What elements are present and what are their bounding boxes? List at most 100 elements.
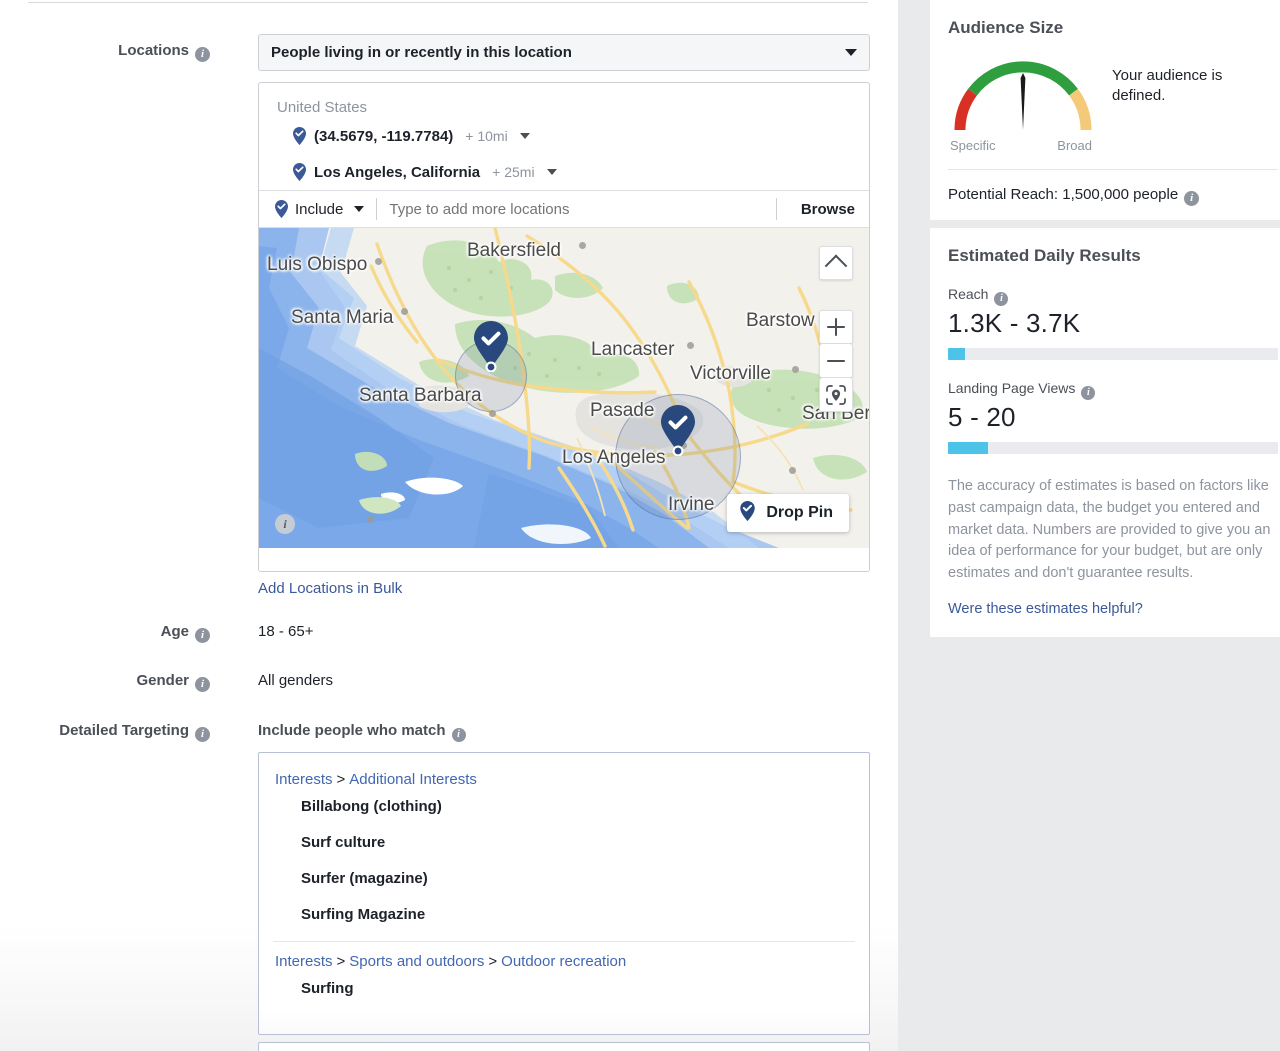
interest-item[interactable]: Surfing xyxy=(259,970,869,1006)
map-city-label: Lancaster xyxy=(591,339,675,360)
map-city-label: Luis Obispo xyxy=(267,254,368,275)
map-city-dot xyxy=(789,467,796,474)
location-chip[interactable]: Los Angeles, California + 25mi xyxy=(259,154,869,190)
info-icon[interactable]: i xyxy=(1184,191,1200,206)
potential-reach-text: Potential Reach: 1,500,000 people xyxy=(948,186,1179,203)
map-locate-button[interactable] xyxy=(819,378,853,412)
metric-label-reach-text: Reach xyxy=(948,286,989,302)
info-icon[interactable]: i xyxy=(1081,386,1096,400)
gauge-label-broad: Broad xyxy=(1057,138,1092,153)
add-location-input[interactable] xyxy=(389,200,764,218)
map-city-label: Santa Barbara xyxy=(359,385,482,406)
chevron-down-icon[interactable] xyxy=(546,169,557,175)
audience-status-message: Your audience is defined. xyxy=(1112,67,1223,105)
breadcrumb-link[interactable]: Outdoor recreation xyxy=(501,953,626,970)
map-pin-check-icon xyxy=(275,200,288,218)
map-city-dot xyxy=(579,242,586,249)
include-people-header: Include people who match i xyxy=(258,722,466,742)
location-type-select[interactable]: People living in or recently in this loc… xyxy=(258,34,870,71)
divider xyxy=(948,169,1278,170)
interest-item[interactable]: Surfing Magazine xyxy=(259,896,869,932)
divider xyxy=(376,198,378,220)
interest-breadcrumb: Interests > Additional Interests xyxy=(259,753,869,788)
metric-value-landing-page-views: 5 - 20 xyxy=(948,402,1016,432)
map-pin-check-icon xyxy=(293,127,306,145)
chevron-down-icon[interactable] xyxy=(519,133,530,139)
audience-gauge xyxy=(948,52,1098,138)
locations-box: United States (34.5679, -119.7784) + 10m… xyxy=(258,82,870,572)
map-pin-check-icon xyxy=(740,500,756,526)
locations-label: Locations i xyxy=(60,42,210,62)
audience-size-title: Audience Size xyxy=(948,18,1064,37)
age-value[interactable]: 18 - 65+ xyxy=(258,623,313,640)
locations-country: United States xyxy=(277,99,368,116)
map-zoom-out-button[interactable] xyxy=(819,344,853,378)
breadcrumb-link[interactable]: Interests xyxy=(275,771,333,788)
location-type-value: People living in or recently in this loc… xyxy=(271,44,572,61)
map-pin-check-icon xyxy=(293,163,306,181)
detailed-targeting-label: Detailed Targeting i xyxy=(20,722,210,742)
metric-bar-fill xyxy=(948,442,988,454)
minus-icon xyxy=(827,352,845,370)
gender-label: Gender i xyxy=(60,672,210,692)
location-map[interactable]: Luis Obispo Bakersfield Santa Maria Sant… xyxy=(259,228,869,548)
gender-value[interactable]: All genders xyxy=(258,672,333,689)
info-icon[interactable]: i xyxy=(195,677,210,692)
map-city-dot xyxy=(375,258,382,265)
estimated-results-title: Estimated Daily Results xyxy=(948,246,1141,265)
audience-gauge-wrap: Specific Broad Your audience is defined. xyxy=(948,52,1278,153)
detailed-targeting-box[interactable]: Interests > Additional Interests Billabong… xyxy=(258,752,870,1035)
info-icon[interactable]: i xyxy=(195,727,210,742)
add-locations-bulk-link[interactable]: Add Locations in Bulk xyxy=(258,580,402,597)
breadcrumb-separator: > xyxy=(336,953,346,970)
metric-bar-fill xyxy=(948,348,965,360)
interest-item[interactable]: Surf culture xyxy=(259,824,869,860)
info-icon[interactable]: i xyxy=(195,47,210,62)
age-label: Age i xyxy=(60,623,210,643)
interest-item[interactable]: Surfer (magazine) xyxy=(259,860,869,896)
location-radius: + 10mi xyxy=(465,128,508,144)
info-icon[interactable]: i xyxy=(994,292,1009,306)
potential-reach-row: Potential Reach: 1,500,000 people i xyxy=(948,186,1278,206)
detailed-targeting-label-text: Detailed Targeting xyxy=(59,722,189,739)
map-city-label: Barstow xyxy=(746,310,815,331)
gauge-labels: Specific Broad xyxy=(950,138,1092,153)
detailed-targeting-next-box xyxy=(258,1042,870,1051)
metric-bar-landing-page-views xyxy=(948,442,1278,454)
gauge-label-specific: Specific xyxy=(950,138,996,153)
browse-button[interactable]: Browse xyxy=(789,201,855,218)
interest-breadcrumb: Interests > Sports and outdoors > Outdoor re… xyxy=(259,942,869,970)
metric-label-landing-page-views: Landing Page Views i xyxy=(948,380,1278,400)
breadcrumb-link[interactable]: Additional Interests xyxy=(349,771,477,788)
map-zoom-in-button[interactable] xyxy=(819,310,853,344)
breadcrumb-link[interactable]: Interests xyxy=(275,953,333,970)
estimated-daily-results-card: Estimated Daily Results Reach i 1.3K - 3.… xyxy=(930,228,1280,637)
interest-item[interactable]: Billabong (clothing) xyxy=(259,788,869,824)
map-pin-marker[interactable] xyxy=(471,320,511,373)
drop-pin-button[interactable]: Drop Pin xyxy=(727,494,849,532)
breadcrumb-separator: > xyxy=(488,953,498,970)
gender-label-text: Gender xyxy=(136,672,189,689)
age-label-text: Age xyxy=(160,623,189,640)
map-city-dot xyxy=(687,342,694,349)
locate-pin-icon xyxy=(826,384,846,405)
estimates-feedback-link[interactable]: Were these estimates helpful? xyxy=(948,601,1278,617)
breadcrumb-link[interactable]: Sports and outdoors xyxy=(349,953,484,970)
chevron-down-icon[interactable] xyxy=(354,206,365,212)
map-city-label: Irvine xyxy=(668,494,715,515)
metric-label-landing-page-views-text: Landing Page Views xyxy=(948,380,1076,396)
info-icon[interactable]: i xyxy=(195,628,210,643)
map-collapse-button[interactable] xyxy=(819,246,853,280)
map-info-icon[interactable]: i xyxy=(275,514,295,534)
chevron-down-icon xyxy=(845,49,857,56)
estimates-sidebar: Audience Size Specific Broad Your audien… xyxy=(898,0,1280,1051)
audience-size-card: Audience Size Specific Broad Your audien… xyxy=(930,0,1280,220)
locations-label-text: Locations xyxy=(118,42,189,59)
map-city-dot xyxy=(792,366,799,373)
map-city-label: Los Angeles xyxy=(562,447,666,468)
map-city-dot xyxy=(367,516,374,523)
info-icon[interactable]: i xyxy=(451,728,466,742)
map-city-label: Pasade xyxy=(590,400,655,421)
location-radius: + 25mi xyxy=(492,164,535,180)
location-chip[interactable]: (34.5679, -119.7784) + 10mi xyxy=(259,118,869,154)
